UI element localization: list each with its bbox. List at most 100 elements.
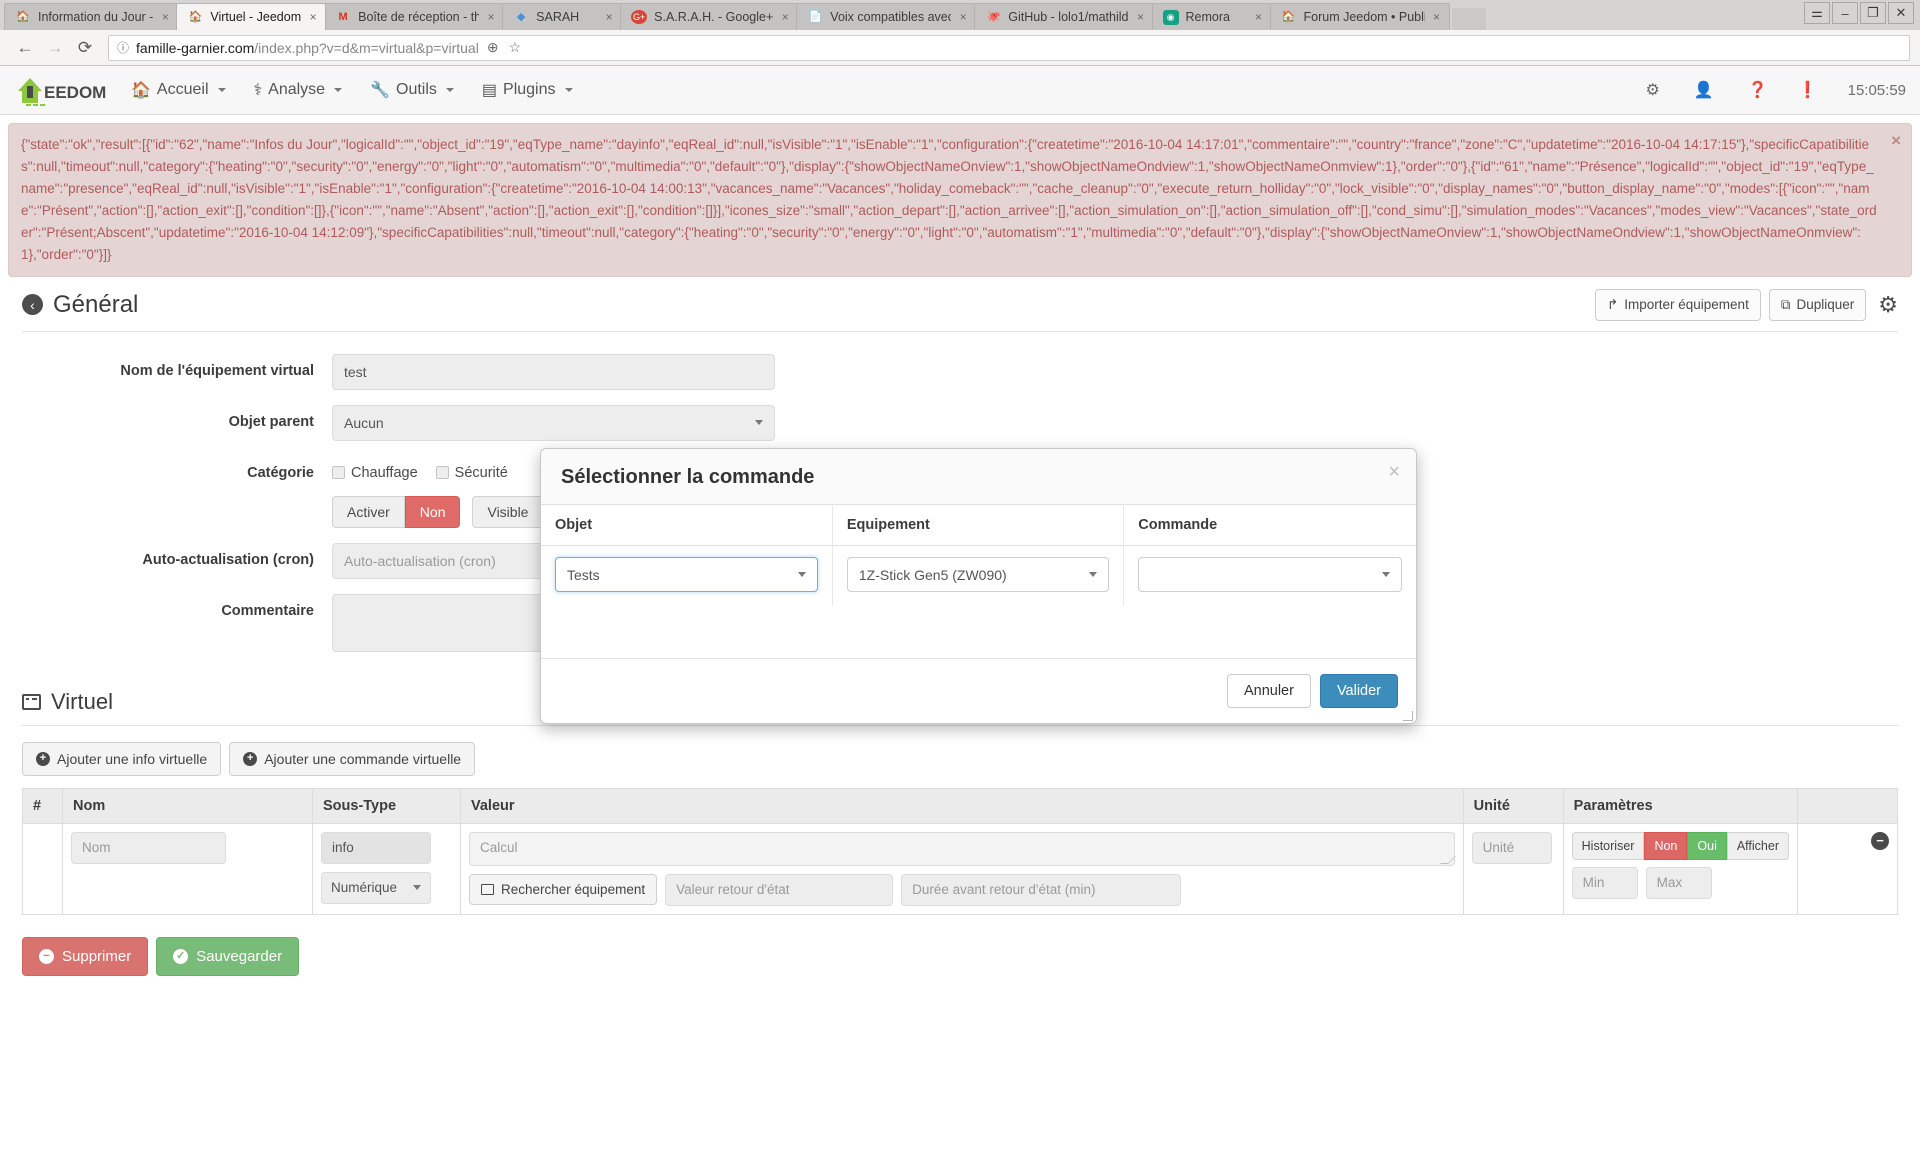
close-icon[interactable]: ×	[1388, 461, 1400, 484]
min-input[interactable]: Min	[1571, 866, 1638, 899]
user-icon[interactable]: 👤	[1694, 80, 1718, 100]
cell-unite: Unité	[1462, 822, 1564, 915]
browser-tab-2[interactable]: M Boîte de réception - th ×	[324, 3, 505, 30]
afficher-label-button[interactable]: Afficher	[1726, 831, 1789, 860]
save-button[interactable]: ✓ Sauvegarder	[156, 936, 300, 976]
add-virtual-info-button[interactable]: + Ajouter une info virtuelle	[22, 741, 222, 776]
gears-icon[interactable]: ⚙	[1646, 80, 1664, 100]
close-icon[interactable]: ×	[1429, 10, 1445, 24]
close-icon[interactable]: ×	[601, 10, 617, 24]
col-unite: Unité	[1462, 787, 1564, 824]
subtype-select[interactable]: Numérique	[321, 871, 431, 904]
afficher-oui-button[interactable]: Oui	[1687, 831, 1727, 860]
cancel-button[interactable]: Annuler	[1226, 674, 1311, 708]
new-tab-button[interactable]	[1451, 8, 1486, 30]
browser-tab-4[interactable]: G+ S.A.R.A.H. - Google+ ×	[620, 3, 799, 30]
close-icon[interactable]: ×	[1251, 10, 1267, 24]
enable-no-button[interactable]: Non	[404, 495, 461, 528]
parent-object-select[interactable]: Aucun	[332, 404, 775, 441]
equipment-name-input[interactable]: test	[332, 353, 775, 390]
close-icon[interactable]: ×	[305, 10, 321, 24]
resize-handle[interactable]	[1439, 855, 1456, 864]
address-bar[interactable]: ⓘ famille-garnier.com /index.php?v=d&m=v…	[108, 34, 1910, 61]
nav-item-analyse[interactable]: ⚕ Analyse	[254, 80, 343, 100]
browser-tab-1[interactable]: 🏠 Virtuel - Jeedom ×	[176, 3, 327, 30]
close-icon[interactable]: ×	[955, 10, 971, 24]
browser-tab-0[interactable]: 🏠 Information du Jour - ×	[4, 3, 179, 30]
exclamation-circle-icon[interactable]: ❗	[1798, 80, 1818, 100]
duplicate-button[interactable]: ⧉ Dupliquer	[1768, 289, 1867, 321]
cell-parametres: Historiser Non Oui Afficher Min Max	[1562, 822, 1799, 915]
virtuel-add-buttons: + Ajouter une info virtuelle + Ajouter u…	[22, 726, 1898, 788]
gears-icon[interactable]: ⚙	[1878, 292, 1898, 318]
nav-label: Accueil	[156, 81, 209, 98]
save-label: Sauvegarder	[196, 947, 283, 965]
nav-label: Plugins	[503, 81, 556, 98]
commande-select[interactable]	[1138, 557, 1402, 592]
modal-header: Sélectionner la commande ×	[541, 449, 1416, 505]
maximize-button[interactable]: ❐	[1860, 2, 1886, 24]
toggles-label	[22, 496, 332, 505]
return-value-input[interactable]: Valeur retour d'état	[665, 873, 894, 906]
add-virtual-command-button[interactable]: + Ajouter une commande virtuelle	[229, 741, 476, 776]
close-icon[interactable]: ×	[777, 10, 793, 24]
browser-tab-6[interactable]: 🐙 GitHub - lolo1/mathild ×	[974, 3, 1154, 30]
bookmark-star-icon[interactable]: ☆	[509, 39, 522, 56]
browser-tab-7[interactable]: ◉ Remora ×	[1151, 3, 1272, 30]
form-footer-buttons: − Supprimer ✓ Sauvegarder	[22, 915, 1898, 986]
forward-icon[interactable]: →	[40, 34, 70, 62]
delete-button[interactable]: − Supprimer	[22, 936, 149, 976]
nav-item-plugins[interactable]: ▤ Plugins	[482, 80, 573, 100]
copy-icon: ⧉	[1780, 297, 1791, 312]
close-icon[interactable]: ×	[1133, 10, 1149, 24]
minimize-button[interactable]: –	[1832, 2, 1858, 24]
add-command-label: Ajouter une commande virtuelle	[264, 750, 462, 767]
historiser-label-button[interactable]: Historiser	[1571, 831, 1645, 860]
visible-button[interactable]: Visible	[472, 495, 544, 528]
search-equipment-button[interactable]: Rechercher équipement	[469, 873, 658, 905]
historiser-non-button[interactable]: Non	[1644, 831, 1688, 860]
chevron-down-icon	[564, 88, 573, 92]
jeedom-logo[interactable]: EEDOM	[14, 70, 109, 110]
nav-item-outils[interactable]: 🔧 Outils	[370, 80, 454, 100]
browser-tab-8[interactable]: 🏠 Forum Jeedom • Publi ×	[1269, 3, 1450, 30]
checkbox-icon[interactable]	[435, 466, 449, 480]
modal-footer: Annuler Valider	[541, 658, 1416, 723]
back-arrow-icon[interactable]: ‹	[22, 294, 43, 316]
checkbox-icon[interactable]	[332, 466, 345, 480]
subtype-type-input[interactable]: info	[321, 831, 431, 864]
command-name-input[interactable]: Nom	[71, 831, 226, 864]
nav-item-accueil[interactable]: 🏠 Accueil	[131, 80, 226, 100]
back-icon[interactable]: ←	[10, 34, 40, 62]
return-delay-input[interactable]: Durée avant retour d'état (min)	[901, 873, 1182, 906]
category-label: Catégorie	[247, 464, 314, 481]
enable-button[interactable]: Activer	[332, 495, 405, 528]
url-host: famille-garnier.com	[136, 39, 255, 56]
visible-toggle-group: Visible	[472, 495, 544, 528]
close-icon[interactable]: ×	[483, 10, 499, 24]
modal-table-head: Objet Equipement Commande	[541, 505, 1416, 546]
close-window-button[interactable]: ✕	[1888, 2, 1914, 24]
validate-button[interactable]: Valider	[1319, 674, 1398, 708]
objet-select[interactable]: Tests	[555, 557, 818, 592]
close-icon[interactable]: ×	[157, 10, 173, 24]
reload-icon[interactable]: ⟳	[70, 34, 100, 62]
remove-row-icon[interactable]: −	[1871, 831, 1889, 850]
browser-tab-5[interactable]: 📄 Voix compatibles avec ×	[796, 3, 977, 30]
checkbox-chauffage[interactable]: Chauffage	[332, 465, 418, 481]
import-equipment-button[interactable]: ↱ Importer équipement	[1594, 289, 1761, 321]
profile-icon[interactable]: ⚌	[1804, 2, 1830, 24]
page-info-icon[interactable]: ⓘ	[117, 39, 129, 56]
equipement-select[interactable]: 1Z-Stick Gen5 (ZW090)	[846, 557, 1110, 592]
browser-tab-3[interactable]: ◆ SARAH ×	[502, 3, 623, 30]
calc-textarea[interactable]: Calcul	[469, 831, 1456, 866]
subtype-select-value: Numérique	[331, 880, 398, 896]
max-input[interactable]: Max	[1645, 866, 1712, 899]
modal-resize-handle[interactable]	[1403, 711, 1413, 721]
unit-input[interactable]: Unité	[1471, 831, 1552, 864]
question-circle-icon[interactable]: ❓	[1748, 80, 1768, 100]
alert-text: {"state":"ok","result":[{"id":"62","name…	[21, 137, 1877, 262]
checkbox-securite[interactable]: Sécurité	[435, 465, 508, 481]
close-icon[interactable]: ×	[1891, 130, 1901, 152]
zoom-icon[interactable]: ⊕	[487, 39, 499, 56]
